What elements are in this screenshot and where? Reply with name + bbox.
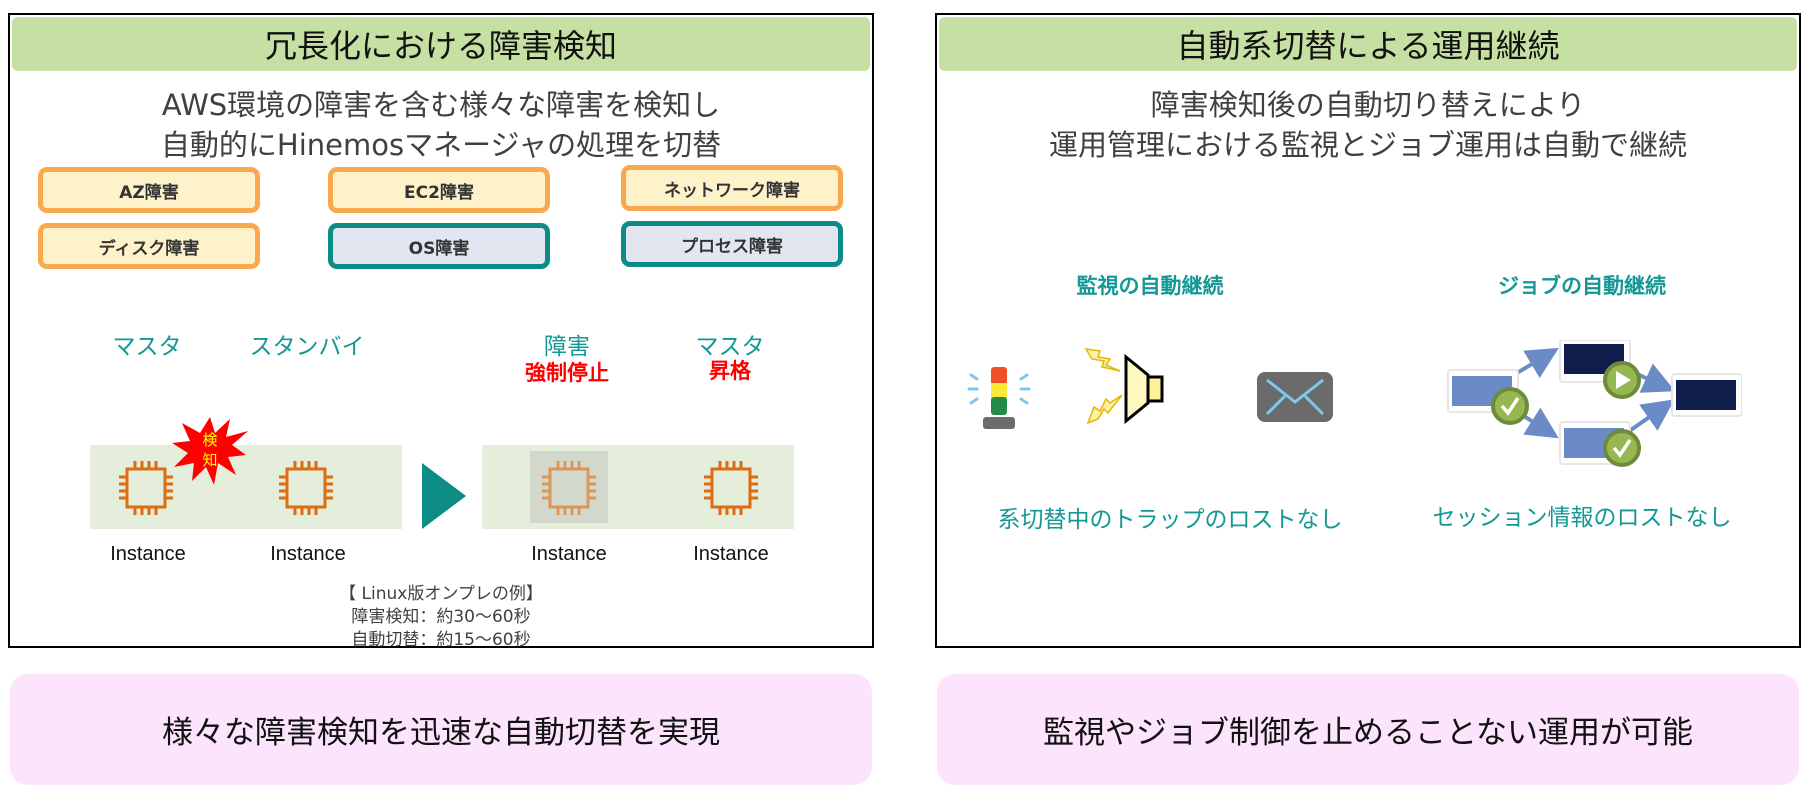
monitoring-section-title: 監視の自動継続 bbox=[1076, 274, 1224, 298]
job-node bbox=[1676, 380, 1736, 410]
left-panel-subtitle: AWS環境の障害を含む様々な障害を検知し 自動的にHinemosマネージャの処理… bbox=[10, 85, 872, 165]
instance-chip-icon bbox=[704, 461, 758, 515]
monitoring-section-note: 系切替中のトラップのロストなし bbox=[997, 507, 1343, 533]
detection-badge-char1: 検 bbox=[202, 431, 217, 449]
instance-label: Instance bbox=[110, 543, 186, 565]
job-section-note: セッション情報のロストなし bbox=[1432, 505, 1732, 531]
failure-tag-ec2: EC2障害 bbox=[328, 167, 550, 213]
timing-note-switch: 自動切替：約15～60秒 bbox=[351, 630, 531, 650]
stopped-instance-chip-icon bbox=[542, 461, 596, 515]
instance-label: Instance bbox=[531, 543, 607, 565]
failure-tag-process: プロセス障害 bbox=[621, 221, 843, 267]
right-panel: 自動系切替による運用継続 障害検知後の自動切り替えにより 運用管理における監視と… bbox=[935, 13, 1801, 648]
right-summary-banner: 監視やジョブ制御を止めることない運用が可能 bbox=[937, 674, 1799, 785]
failure-tag-network: ネットワーク障害 bbox=[621, 165, 843, 211]
left-subtitle-line2: 自動的にHinemosマネージャの処理を切替 bbox=[160, 128, 722, 162]
instance-chip-icon bbox=[279, 461, 333, 515]
role-label-master: マスタ bbox=[112, 334, 182, 360]
timing-note-title: 【 Linux版オンプレの例】 bbox=[339, 584, 543, 604]
mail-icon bbox=[1257, 372, 1333, 422]
signal-tower-icon bbox=[967, 367, 1031, 429]
speaker-alert-icon bbox=[1084, 348, 1164, 425]
right-subtitle-line2: 運用管理における監視とジョブ運用は自動で継続 bbox=[1048, 128, 1687, 162]
right-panel-subtitle: 障害検知後の自動切り替えにより 運用管理における監視とジョブ運用は自動で継続 bbox=[937, 85, 1799, 165]
job-section-title: ジョブの自動継続 bbox=[1498, 274, 1666, 298]
check-badge-icon bbox=[1603, 429, 1641, 467]
play-badge-icon bbox=[1603, 361, 1641, 399]
left-summary-banner: 様々な障害検知を迅速な自動切替を実現 bbox=[10, 674, 872, 785]
left-panel-title: 冗長化における障害検知 bbox=[12, 17, 870, 71]
failure-tag-os: OS障害 bbox=[328, 223, 550, 269]
detection-burst-icon: 検 知 bbox=[172, 417, 248, 485]
left-subtitle-line1: AWS環境の障害を含む様々な障害を検知し bbox=[161, 88, 721, 122]
timing-note-detection: 障害検知：約30～60秒 bbox=[351, 607, 531, 627]
detection-badge-char2: 知 bbox=[202, 451, 217, 469]
action-label-force-stop: 強制停止 bbox=[525, 361, 609, 385]
check-badge-icon bbox=[1491, 387, 1529, 425]
action-label-promote: 昇格 bbox=[709, 359, 751, 383]
role-label-standby: スタンバイ bbox=[249, 334, 365, 360]
instance-label: Instance bbox=[693, 543, 769, 565]
failure-tag-az: AZ障害 bbox=[38, 167, 260, 213]
right-panel-title: 自動系切替による運用継続 bbox=[939, 17, 1797, 71]
transition-arrow-icon bbox=[422, 463, 466, 529]
instance-label: Instance bbox=[270, 543, 346, 565]
timing-note: 【 Linux版オンプレの例】 障害検知：約30～60秒 自動切替：約15～60… bbox=[10, 583, 872, 652]
job-flow-icon bbox=[1447, 340, 1742, 467]
left-panel: 冗長化における障害検知 AWS環境の障害を含む様々な障害を検知し 自動的にHin… bbox=[8, 13, 874, 650]
role-label-failed: 障害 bbox=[544, 334, 590, 360]
failure-tag-disk: ディスク障害 bbox=[38, 223, 260, 269]
right-subtitle-line1: 障害検知後の自動切り替えにより bbox=[1150, 88, 1586, 122]
